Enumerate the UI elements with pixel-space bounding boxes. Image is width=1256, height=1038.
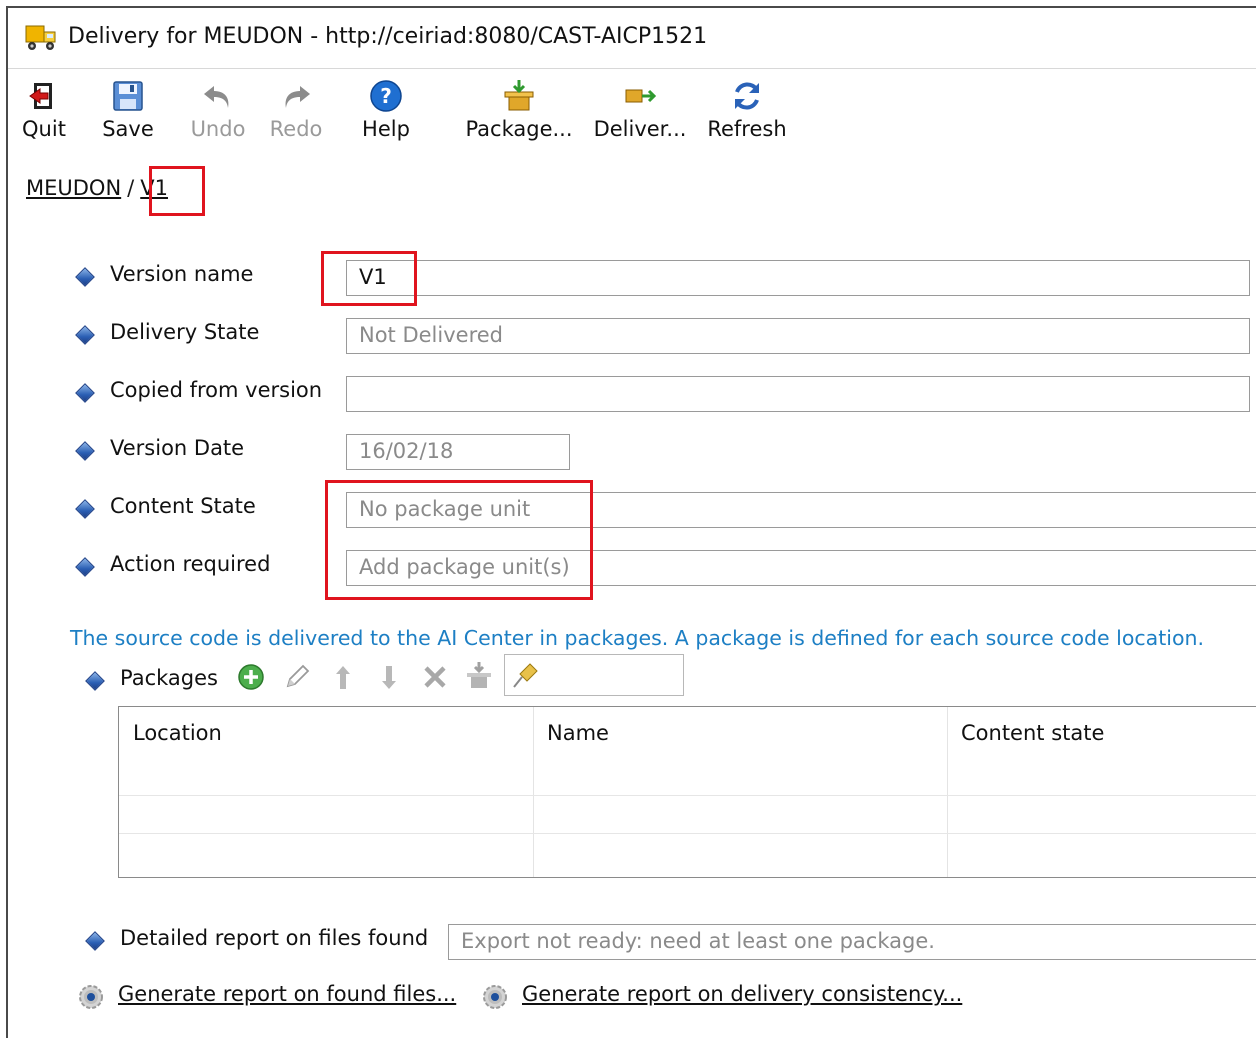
delivery-window: Delivery for MEUDON - http://ceiriad:808… [6, 6, 1256, 1038]
breadcrumb-current-link[interactable]: V1 [140, 176, 168, 200]
title-bar: Delivery for MEUDON - http://ceiriad:808… [8, 8, 1256, 69]
table-row [119, 795, 1256, 796]
refresh-button[interactable]: Refresh [704, 78, 790, 148]
copied-from-label: Copied from version [110, 378, 323, 402]
packages-label: Packages [120, 666, 218, 690]
redo-button[interactable]: Redo [264, 78, 328, 148]
version-date-bullet-icon [75, 441, 95, 461]
table-row [119, 833, 1256, 834]
breadcrumb-separator: / [127, 176, 135, 200]
action-required-label: Action required [110, 552, 271, 576]
generate-found-files-report-link[interactable]: Generate report on found files... [118, 982, 456, 1006]
help-button[interactable]: ? Help [356, 78, 416, 148]
delivery-state-bullet-icon [75, 325, 95, 345]
truck-icon [24, 22, 58, 54]
version-date-label: Version Date [110, 436, 245, 460]
quit-icon [26, 78, 62, 114]
delivery-state-label: Delivery State [110, 320, 260, 344]
column-divider [947, 707, 948, 877]
content-state-bullet-icon [75, 499, 95, 519]
delivery-state-field: Not Delivered [346, 318, 1250, 354]
move-down-icon[interactable] [374, 662, 404, 692]
column-header-location[interactable]: Location [119, 707, 533, 795]
delete-icon[interactable] [420, 662, 450, 692]
package-icon [501, 78, 537, 114]
package-button[interactable]: Package... [464, 78, 574, 148]
edit-icon[interactable] [282, 662, 312, 692]
svg-text:?: ? [380, 84, 392, 108]
undo-icon [200, 78, 236, 114]
action-required-bullet-icon [75, 557, 95, 577]
pin-icon [510, 660, 540, 690]
window-title: Delivery for MEUDON - http://ceiriad:808… [68, 24, 708, 49]
packages-info-text: The source code is delivered to the AI C… [70, 626, 1205, 650]
breadcrumb-root-link[interactable]: MEUDON [26, 176, 121, 200]
generate-delivery-consistency-report-link[interactable]: Generate report on delivery consistency.… [522, 982, 962, 1006]
move-up-icon[interactable] [328, 662, 358, 692]
report-bullet-icon [85, 931, 105, 951]
version-name-label: Version name [110, 262, 254, 286]
copied-from-input[interactable] [346, 376, 1250, 412]
package-import-icon[interactable] [464, 660, 494, 690]
refresh-icon [729, 78, 765, 114]
version-name-bullet-icon [75, 267, 95, 287]
copied-from-bullet-icon [75, 383, 95, 403]
toolbar: Quit Save Undo Redo ? Help Package... De… [8, 70, 1256, 160]
save-icon [110, 78, 146, 114]
column-header-name[interactable]: Name [533, 707, 947, 795]
breadcrumb: MEUDON / V1 [26, 176, 168, 200]
report-label: Detailed report on files found [120, 926, 429, 950]
content-state-label: Content State [110, 494, 256, 518]
deliver-button[interactable]: Deliver... [592, 78, 688, 148]
action-required-field: Add package unit(s) [346, 550, 1256, 586]
gear-icon [76, 982, 106, 1012]
column-divider [533, 707, 534, 877]
packages-table: Location Name Content state [118, 706, 1256, 878]
quit-button[interactable]: Quit [16, 78, 72, 148]
version-date-field: 16/02/18 [346, 434, 570, 470]
content-state-field: No package unit [346, 492, 1256, 528]
report-status-field: Export not ready: need at least one pack… [448, 924, 1256, 960]
add-icon[interactable] [236, 662, 266, 692]
gear-icon [480, 982, 510, 1012]
deliver-icon [622, 78, 658, 114]
save-button[interactable]: Save [100, 78, 156, 148]
redo-icon [278, 78, 314, 114]
help-icon: ? [368, 78, 404, 114]
packages-bullet-icon [85, 671, 105, 691]
column-header-content-state[interactable]: Content state [947, 707, 1256, 795]
version-name-input[interactable]: V1 [346, 260, 1250, 296]
undo-button[interactable]: Undo [186, 78, 250, 148]
